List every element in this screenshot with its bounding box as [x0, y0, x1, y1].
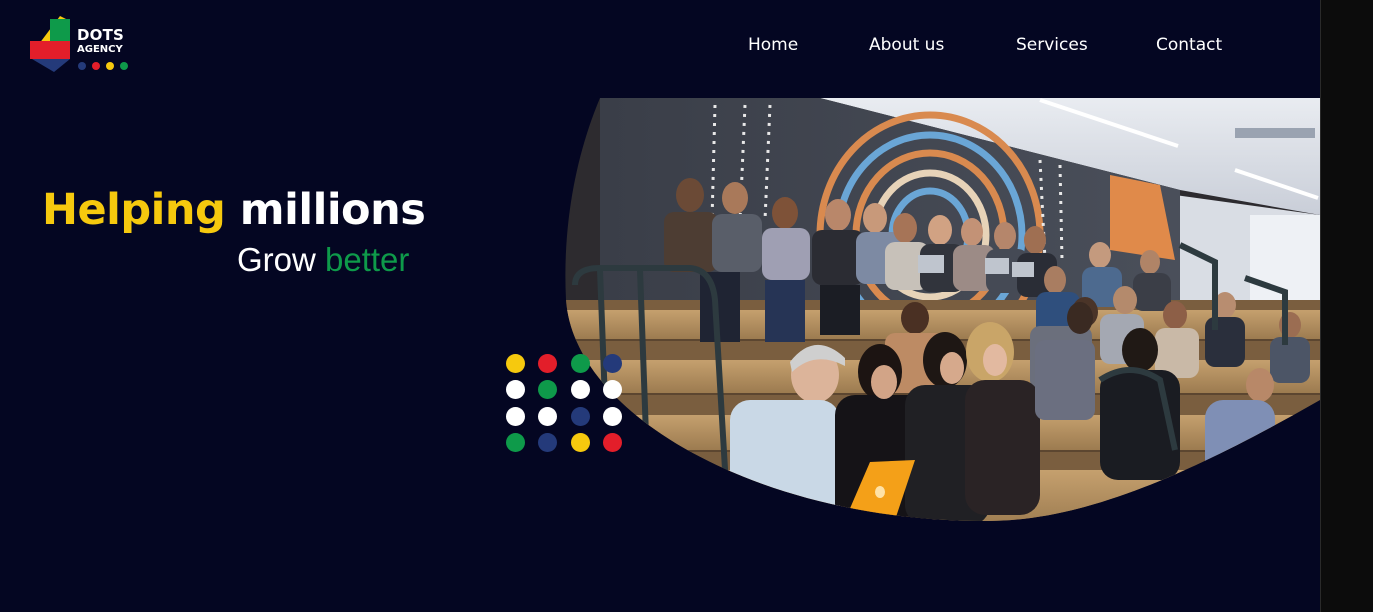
- logo-mark-icon: [30, 16, 70, 72]
- grid-dot: [602, 432, 622, 452]
- logo-dots: [78, 62, 128, 70]
- grid-dot: [538, 432, 558, 452]
- grid-dot: [602, 354, 622, 373]
- grid-dot: [602, 380, 622, 400]
- grid-dot: [570, 406, 590, 426]
- grid-dot: [570, 432, 590, 452]
- grid-dot: [570, 380, 590, 400]
- headline-rest: millions: [239, 185, 426, 235]
- grid-dot: [506, 380, 525, 400]
- decorative-dot-grid: [506, 354, 626, 458]
- landing-page: DOTS AGENCY Home About us Services Conta…: [0, 0, 1320, 612]
- grid-dot: [602, 406, 622, 426]
- scrollbar-gutter[interactable]: [1320, 0, 1373, 612]
- hero-headline: Helping millions: [42, 184, 426, 236]
- nav-home[interactable]: Home: [748, 33, 798, 57]
- logo-dot: [78, 62, 86, 70]
- grid-dot: [506, 406, 525, 426]
- hero-photo: [565, 98, 1320, 522]
- logo-dot: [92, 62, 100, 70]
- grid-dot: [538, 380, 558, 400]
- agency-logo[interactable]: DOTS AGENCY: [30, 16, 140, 76]
- grid-dot: [506, 354, 525, 373]
- grid-dot: [538, 354, 558, 373]
- grid-dot: [570, 354, 590, 373]
- grid-dot: [506, 432, 525, 452]
- logo-word: DOTS: [77, 26, 125, 44]
- nav-services[interactable]: Services: [1016, 33, 1088, 57]
- grid-dot: [538, 406, 558, 426]
- logo-dot: [120, 62, 128, 70]
- subheadline-highlight: better: [325, 241, 410, 278]
- nav-contact[interactable]: Contact: [1156, 33, 1222, 57]
- headline-highlight: Helping: [42, 185, 226, 235]
- subheadline-start: Grow: [237, 241, 316, 278]
- logo-subtitle: AGENCY: [77, 44, 123, 55]
- hero-subheadline: Grow better: [237, 240, 409, 280]
- nav-about-us[interactable]: About us: [869, 33, 944, 57]
- logo-dot: [106, 62, 114, 70]
